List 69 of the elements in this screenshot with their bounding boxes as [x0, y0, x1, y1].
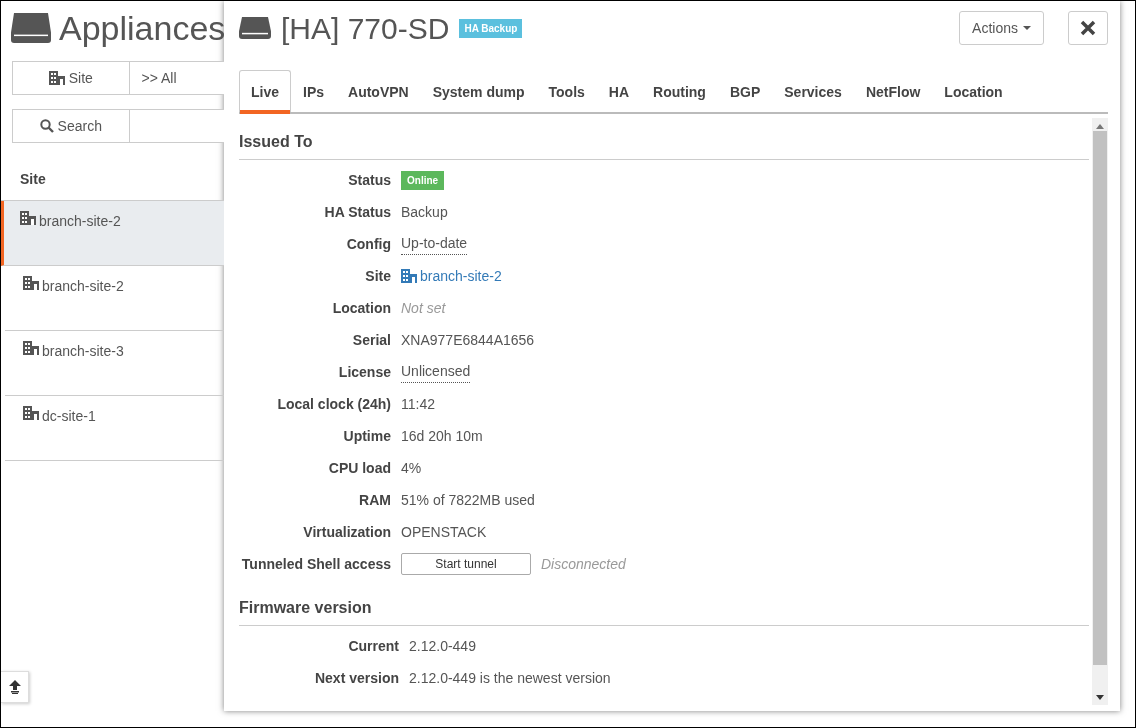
- building-icon: [23, 341, 39, 355]
- start-tunnel-button[interactable]: Start tunnel: [401, 553, 531, 575]
- field-label: Serial: [351, 330, 391, 350]
- field-label: CPU load: [327, 458, 391, 478]
- scrollbar[interactable]: [1092, 118, 1108, 705]
- field-label: Local clock (24h): [276, 394, 391, 414]
- field-value: Not set: [401, 298, 446, 318]
- filter-button[interactable]: >> All: [129, 61, 224, 95]
- status-badge: HA Backup: [459, 18, 523, 38]
- search-icon: [39, 119, 54, 133]
- tab[interactable]: Services: [772, 70, 854, 112]
- field-value: 16d 20h 10m: [401, 426, 483, 446]
- site-row[interactable]: branch-site-2: [1, 201, 224, 266]
- field-label: License: [337, 362, 391, 382]
- building-icon: [48, 71, 65, 85]
- field-label: HA Status: [323, 202, 391, 222]
- filter-button[interactable]: Site: [12, 61, 130, 95]
- section-heading: Issued To: [239, 114, 1089, 160]
- building-icon: [23, 276, 39, 290]
- close-icon: [1080, 20, 1096, 36]
- tab[interactable]: Routing: [641, 70, 718, 112]
- appliance-icon: [239, 17, 271, 39]
- field-label: Location: [331, 298, 391, 318]
- field-label: Uptime: [342, 426, 391, 446]
- caret-icon: [1023, 26, 1031, 30]
- page-title: Appliances: [59, 7, 224, 49]
- field-value: 2.12.0-449 is the newest version: [409, 668, 611, 688]
- field-value: Up-to-date: [401, 233, 468, 255]
- field-value: Unlicensed: [401, 361, 471, 383]
- tab[interactable]: HA: [596, 70, 642, 112]
- field-label: Tunneled Shell access: [240, 554, 391, 574]
- panel-title: [HA] 770-SD: [281, 10, 450, 47]
- arrow-up-icon: [8, 680, 21, 694]
- field-value: Backup: [401, 202, 448, 222]
- tab[interactable]: System dump: [420, 70, 537, 112]
- field-value: 51% of 7822MB used: [401, 490, 535, 510]
- section-heading: Firmware version: [239, 580, 1089, 626]
- field-value: 4%: [401, 458, 422, 478]
- tab[interactable]: AutoVPN: [336, 70, 421, 112]
- scroll-down-icon: [1096, 695, 1104, 700]
- field-label: Config: [345, 234, 391, 254]
- actions-button[interactable]: Actions: [959, 11, 1044, 45]
- tab[interactable]: BGP: [717, 70, 773, 112]
- status-badge: Online: [401, 170, 445, 190]
- scroll-up-icon: [1096, 124, 1104, 129]
- field-value: 2.12.0-449: [409, 636, 476, 656]
- field-value: 11:42: [401, 394, 435, 414]
- field-label: Next version: [313, 668, 399, 688]
- tab[interactable]: Location: [932, 70, 1015, 112]
- close-button[interactable]: [1068, 11, 1108, 45]
- appliance-icon: [11, 13, 51, 43]
- tab[interactable]: Live: [239, 70, 291, 112]
- field-label: Site: [364, 266, 391, 286]
- field-label: Current: [347, 636, 399, 656]
- field-value: OPENSTACK: [401, 522, 487, 542]
- connection-status: Disconnected: [541, 554, 626, 574]
- field-value: XNA977E6844A1656: [401, 330, 535, 350]
- building-icon: [20, 211, 36, 225]
- field-label: Virtualization: [302, 522, 391, 542]
- building-icon: [23, 406, 39, 420]
- site-link[interactable]: branch-site-2: [401, 265, 502, 287]
- field-label: Status: [347, 170, 391, 190]
- tab[interactable]: Tools: [536, 70, 597, 112]
- scroll-top-button[interactable]: [1, 671, 29, 703]
- tab[interactable]: IPs: [291, 70, 337, 112]
- field-label: RAM: [358, 490, 391, 510]
- search-button[interactable]: Search: [12, 109, 130, 143]
- tab[interactable]: NetFlow: [853, 70, 933, 112]
- building-icon: [401, 269, 417, 283]
